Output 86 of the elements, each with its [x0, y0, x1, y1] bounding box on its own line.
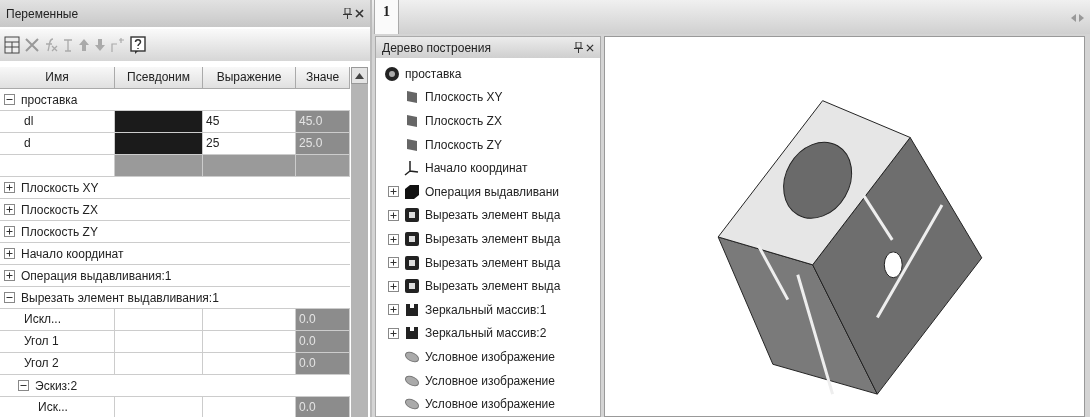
expand-button[interactable]	[388, 233, 399, 245]
close-icon[interactable]	[355, 9, 364, 18]
tree-item[interactable]: Начало координат	[425, 159, 528, 178]
square-icon	[404, 207, 420, 224]
scroll-up-icon[interactable]	[355, 72, 364, 79]
toggle-button[interactable]	[4, 292, 15, 303]
plane-icon	[404, 113, 420, 130]
plane-icon	[404, 89, 420, 106]
toggle-button[interactable]	[4, 270, 15, 281]
table-icon[interactable]	[4, 36, 20, 54]
column-header[interactable]: Выражение	[203, 67, 296, 89]
tree-node-label[interactable]: Эскиз:2	[35, 376, 78, 395]
panel-title: Дерево построения	[382, 39, 491, 57]
toggle-button[interactable]	[4, 248, 15, 259]
pin-icon[interactable]	[343, 8, 352, 19]
tree-item[interactable]: Операция выдавливани	[425, 182, 559, 201]
square-icon	[404, 278, 420, 295]
expand-button[interactable]	[388, 209, 399, 221]
panel-title: Переменные	[6, 5, 79, 23]
tree-item[interactable]: Плоскость XY	[425, 88, 503, 107]
table-cell[interactable]	[115, 155, 203, 177]
close-icon[interactable]	[586, 43, 594, 52]
tree-item[interactable]: Вырезать элемент выда	[425, 253, 561, 272]
toggle-button[interactable]	[4, 226, 15, 237]
table-cell: Иск...	[0, 397, 115, 417]
table-cell[interactable]	[296, 155, 350, 177]
tree-item[interactable]: Вырезать элемент выда	[425, 206, 561, 225]
cube-icon	[404, 183, 420, 200]
plane-icon	[404, 136, 420, 153]
tree-item[interactable]: Плоскость ZY	[425, 135, 502, 154]
table-cell[interactable]	[115, 133, 203, 155]
column-header[interactable]: Псевдоним	[115, 67, 203, 89]
document-tab[interactable]: 1	[374, 0, 399, 34]
toggle-button[interactable]	[4, 204, 15, 215]
tree-item[interactable]: Условное изображение	[425, 371, 555, 390]
tree-item[interactable]: Зеркальный массив:1	[425, 300, 547, 319]
table-cell: 0.0	[296, 309, 350, 331]
toggle-button[interactable]	[4, 94, 15, 105]
tree-node-label[interactable]: Плоскость ZX	[21, 200, 98, 219]
toggle-button[interactable]	[18, 380, 29, 391]
tree-node-label[interactable]: Начало координат	[21, 244, 124, 263]
tree-node-label[interactable]: Плоскость ZY	[21, 222, 98, 241]
scrollbar[interactable]	[351, 67, 368, 417]
table-cell[interactable]	[115, 353, 203, 375]
tree-node-label[interactable]: проставка	[21, 90, 78, 109]
expand-button[interactable]	[388, 257, 399, 269]
pin-icon[interactable]	[574, 42, 583, 54]
table-cell[interactable]	[115, 309, 203, 331]
help-icon[interactable]	[130, 36, 146, 54]
tree-item[interactable]: Условное изображение	[425, 395, 555, 414]
tree-item[interactable]: Условное изображение	[425, 348, 555, 366]
tree-node-label[interactable]: Вырезать элемент выдавливания:1	[21, 288, 219, 307]
square-icon	[404, 231, 420, 248]
expand-button[interactable]	[388, 327, 399, 339]
expand-button[interactable]	[388, 280, 399, 292]
tree-item[interactable]: Зеркальный массив:2	[425, 324, 547, 343]
column-header[interactable]: Значе	[296, 67, 350, 89]
tree-item[interactable]: проставка	[405, 64, 462, 83]
blocks-icon	[404, 325, 420, 342]
table-cell: Искл...	[0, 309, 115, 331]
table-cell: Угол 1	[0, 331, 115, 353]
blocks-icon	[404, 301, 420, 318]
expand-button[interactable]	[388, 186, 399, 198]
tree-node-label[interactable]: Плоскость XY	[21, 178, 99, 197]
square-icon	[404, 254, 420, 271]
column-header[interactable]: Имя	[0, 67, 115, 89]
table-cell: 0.0	[296, 397, 350, 417]
toggle-button[interactable]	[4, 182, 15, 193]
table-cell[interactable]	[115, 111, 203, 133]
tree-item[interactable]: Вырезать элемент выда	[425, 277, 561, 296]
tree-item[interactable]: Плоскость ZX	[425, 112, 502, 131]
cylinder-icon	[404, 349, 420, 365]
tree-item[interactable]: Вырезать элемент выда	[425, 230, 561, 249]
axes-icon	[404, 160, 420, 177]
tree-node-label[interactable]: Операция выдавливания:1	[21, 266, 172, 285]
table-cell: Угол 2	[0, 353, 115, 375]
table-cell: 25.0	[296, 133, 350, 155]
table-cell: 0.0	[296, 331, 350, 353]
table-cell[interactable]	[203, 155, 296, 177]
table-cell: 45.0	[296, 111, 350, 133]
model-viewport[interactable]	[604, 36, 1085, 417]
table-cell[interactable]	[0, 155, 115, 177]
expand-button[interactable]	[388, 304, 399, 316]
disc-icon	[384, 65, 400, 82]
table-cell: 0.0	[296, 353, 350, 375]
table-cell[interactable]	[115, 331, 203, 353]
